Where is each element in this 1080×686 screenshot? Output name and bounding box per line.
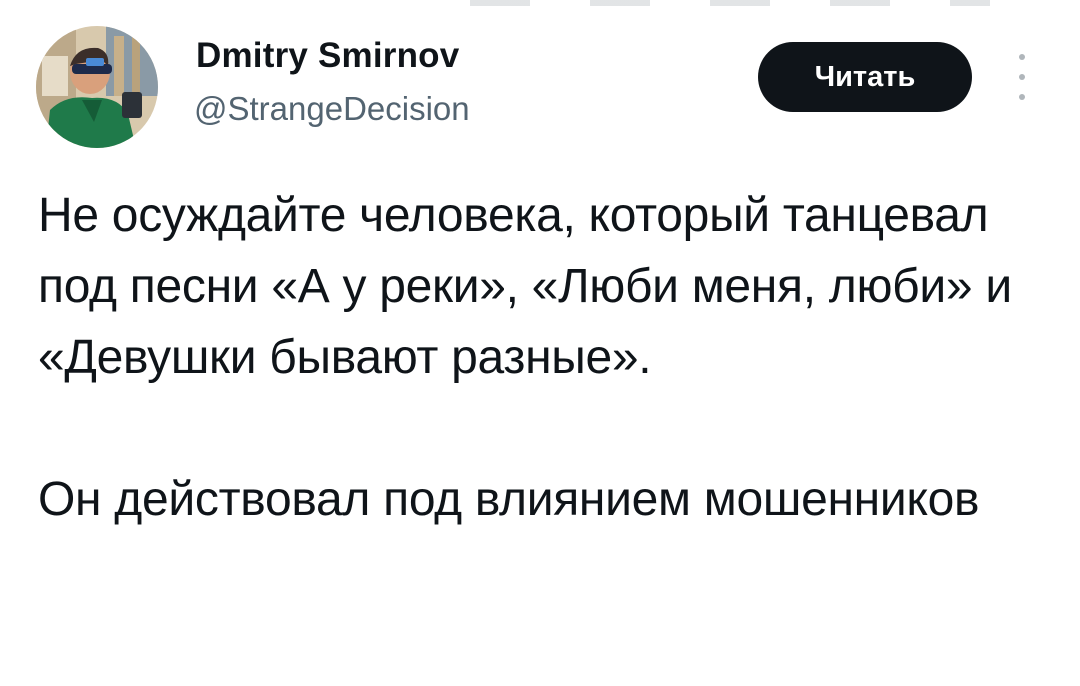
follow-button[interactable]: Читать: [758, 42, 972, 112]
avatar-photo: [36, 26, 158, 148]
author-handle[interactable]: @StrangeDecision: [194, 92, 470, 125]
tweet-text: Не осуждайте человека, который танцевал …: [38, 180, 1048, 535]
previous-tweet-edge: [470, 0, 990, 6]
author-name[interactable]: Dmitry Smirnov: [196, 38, 459, 73]
tweet-paragraph: Не осуждайте человека, который танцевал …: [38, 189, 1012, 384]
more-vertical-icon[interactable]: [1008, 54, 1036, 100]
dot: [1019, 74, 1025, 80]
dot: [1019, 54, 1025, 60]
tweet-paragraph: Он действовал под влиянием мошенников: [38, 473, 980, 526]
avatar[interactable]: [36, 26, 158, 148]
dot: [1019, 94, 1025, 100]
